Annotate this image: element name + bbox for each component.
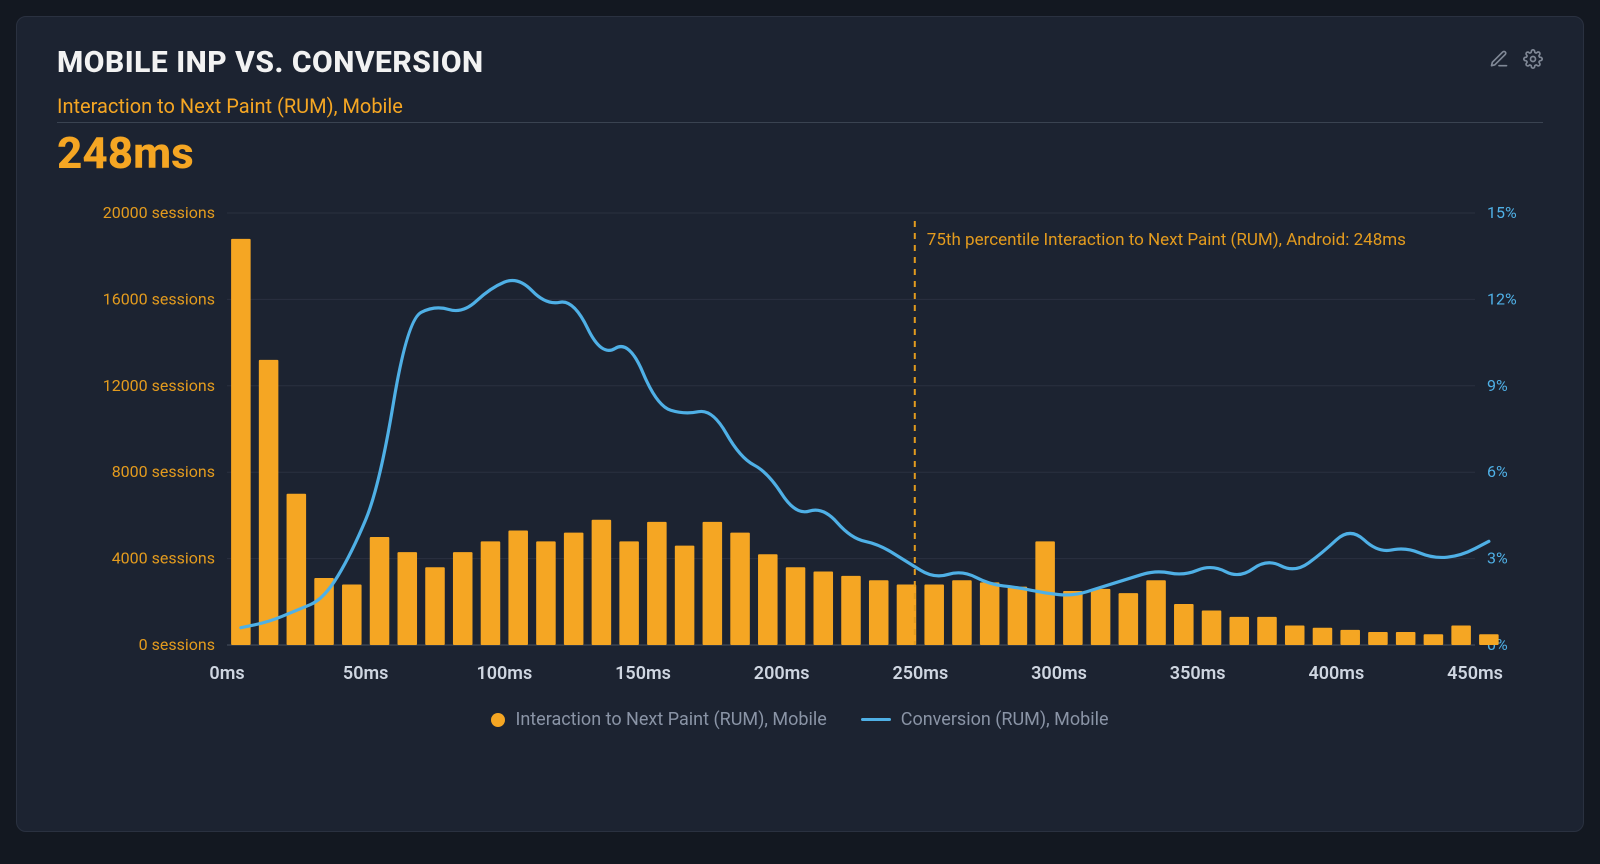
card-header: MOBILE INP VS. CONVERSION — [57, 45, 1543, 94]
svg-text:0 sessions: 0 sessions — [139, 635, 215, 654]
svg-text:350ms: 350ms — [1170, 663, 1226, 684]
legend-dot-icon — [491, 713, 505, 727]
svg-text:4000 sessions: 4000 sessions — [112, 549, 215, 568]
svg-text:3%: 3% — [1487, 549, 1508, 568]
legend: Interaction to Next Paint (RUM), Mobile … — [57, 709, 1543, 730]
metric-value: 248ms — [57, 129, 1543, 177]
metric-subtitle: Interaction to Next Paint (RUM), Mobile — [57, 94, 403, 118]
chart-svg: 0 sessions0%4000 sessions3%8000 sessions… — [57, 195, 1545, 695]
svg-text:9%: 9% — [1487, 376, 1508, 395]
pencil-icon[interactable] — [1489, 49, 1509, 69]
svg-text:75th percentile Interaction to: 75th percentile Interaction to Next Pain… — [927, 230, 1406, 250]
svg-text:50ms: 50ms — [343, 663, 388, 684]
svg-text:6%: 6% — [1487, 463, 1508, 482]
svg-text:200ms: 200ms — [754, 663, 810, 684]
chart-area: 0 sessions0%4000 sessions3%8000 sessions… — [57, 195, 1543, 695]
svg-text:250ms: 250ms — [892, 663, 948, 684]
legend-bars-label: Interaction to Next Paint (RUM), Mobile — [515, 709, 826, 730]
card-actions — [1489, 49, 1543, 69]
svg-text:8000 sessions: 8000 sessions — [112, 463, 215, 482]
legend-line: Conversion (RUM), Mobile — [861, 709, 1109, 730]
svg-text:0ms: 0ms — [209, 663, 244, 684]
gear-icon[interactable] — [1523, 49, 1543, 69]
svg-text:15%: 15% — [1487, 203, 1517, 222]
svg-text:450ms: 450ms — [1447, 663, 1503, 684]
chart-card: MOBILE INP VS. CONVERSION Interaction to… — [16, 16, 1584, 832]
svg-text:100ms: 100ms — [476, 663, 532, 684]
svg-text:12000 sessions: 12000 sessions — [103, 376, 215, 395]
legend-line-icon — [861, 718, 891, 721]
metric-subline: Interaction to Next Paint (RUM), Mobile — [57, 94, 1543, 123]
svg-text:150ms: 150ms — [615, 663, 671, 684]
svg-text:400ms: 400ms — [1308, 663, 1364, 684]
svg-text:300ms: 300ms — [1031, 663, 1087, 684]
card-title: MOBILE INP VS. CONVERSION — [57, 45, 484, 80]
legend-bars: Interaction to Next Paint (RUM), Mobile — [491, 709, 826, 730]
svg-text:20000 sessions: 20000 sessions — [103, 203, 215, 222]
svg-text:16000 sessions: 16000 sessions — [103, 290, 215, 309]
legend-line-label: Conversion (RUM), Mobile — [901, 709, 1109, 730]
svg-text:12%: 12% — [1487, 290, 1517, 309]
